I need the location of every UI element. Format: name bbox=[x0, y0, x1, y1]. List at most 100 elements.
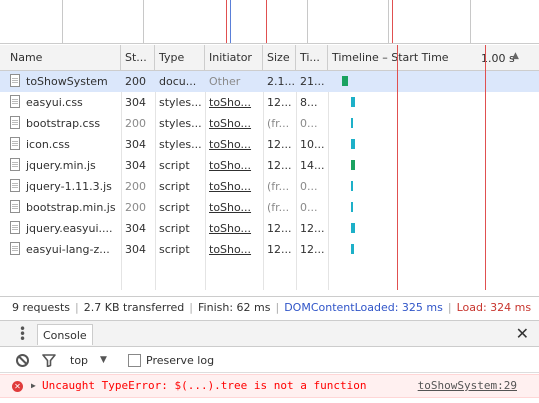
cell-type-text: styles... bbox=[159, 96, 202, 109]
cell-initiator[interactable]: toSho... bbox=[205, 176, 263, 197]
cell-time-text: 0... bbox=[300, 201, 318, 214]
cell-status-text: 304 bbox=[125, 159, 146, 172]
column-header-time[interactable]: Ti... bbox=[296, 45, 328, 71]
cell-name-text: easyui.css bbox=[26, 96, 83, 109]
cell-type: styles... bbox=[155, 92, 205, 113]
preserve-log-checkbox[interactable] bbox=[128, 354, 141, 367]
cell-time-text: 12... bbox=[300, 222, 325, 235]
overview-grid-line bbox=[388, 0, 389, 43]
file-icon bbox=[10, 221, 20, 234]
file-icon bbox=[10, 74, 20, 87]
error-icon: ✕ bbox=[12, 381, 23, 392]
table-row[interactable]: jquery.min.js 304 script toSho... 12... 14... bbox=[0, 155, 539, 176]
table-row[interactable]: bootstrap.min.js 200 script toSho... (fr... 0… bbox=[0, 197, 539, 218]
column-header-type[interactable]: Type bbox=[155, 45, 205, 71]
cell-name: easyui-lang-z... bbox=[0, 239, 121, 260]
clear-console-icon[interactable] bbox=[16, 354, 29, 367]
overview-grid-line bbox=[143, 0, 144, 43]
overview-grid-line bbox=[307, 0, 308, 43]
column-header-name[interactable]: Name bbox=[0, 45, 121, 71]
dom-content-loaded-time: DOMContentLoaded: 325 ms bbox=[284, 301, 443, 314]
cell-initiator[interactable]: toSho... bbox=[205, 113, 263, 134]
cell-initiator[interactable]: toSho... bbox=[205, 197, 263, 218]
cell-time: 14... bbox=[296, 155, 328, 176]
cell-name: easyui.css bbox=[0, 92, 121, 113]
cell-time: 12... bbox=[296, 218, 328, 239]
cell-time-text: 8... bbox=[300, 96, 318, 109]
cell-name-text: bootstrap.css bbox=[26, 117, 101, 130]
cell-time-text: 0... bbox=[300, 117, 318, 130]
cell-time: 0... bbox=[296, 176, 328, 197]
cell-initiator[interactable]: toSho... bbox=[205, 134, 263, 155]
column-header-initiator[interactable]: Initiator bbox=[205, 45, 263, 71]
requests-table: Name St... Type Initiator Size Ti... Tim… bbox=[0, 45, 539, 290]
column-header-size[interactable]: Size bbox=[263, 45, 296, 71]
overview-load-marker bbox=[392, 0, 393, 43]
tab-console[interactable]: Console bbox=[37, 324, 93, 345]
cell-initiator-text: toSho... bbox=[209, 180, 252, 193]
sort-ascending-icon[interactable]: ▲ bbox=[512, 51, 519, 61]
cell-name-text: icon.css bbox=[26, 138, 70, 151]
cell-type: script bbox=[155, 155, 205, 176]
cell-type-text: docu... bbox=[159, 75, 197, 88]
cell-initiator[interactable]: toSho... bbox=[205, 218, 263, 239]
cell-time: 21... bbox=[296, 71, 328, 92]
cell-initiator[interactable]: toSho... bbox=[205, 92, 263, 113]
cell-initiator-text: toSho... bbox=[209, 138, 252, 151]
cell-size: 12... bbox=[263, 92, 296, 113]
cell-status: 200 bbox=[121, 176, 155, 197]
table-row[interactable]: easyui.css 304 styles... toSho... 12... 8... bbox=[0, 92, 539, 113]
cell-name-text: jquery.easyui.... bbox=[26, 222, 113, 235]
error-source-link[interactable]: toShowSystem:29 bbox=[418, 375, 517, 397]
context-selector[interactable]: top bbox=[70, 348, 88, 373]
cell-size: 2.1... bbox=[263, 71, 296, 92]
overview-grid-line bbox=[62, 0, 63, 43]
cell-time-text: 21... bbox=[300, 75, 325, 88]
cell-size-text: (fr... bbox=[267, 201, 290, 214]
cell-status: 304 bbox=[121, 218, 155, 239]
table-row[interactable]: icon.css 304 styles... toSho... 12... 10... bbox=[0, 134, 539, 155]
dropdown-arrow-icon[interactable]: ▼ bbox=[100, 348, 107, 373]
table-row[interactable]: jquery.easyui.... 304 script toSho... 12... 1… bbox=[0, 218, 539, 239]
cell-initiator[interactable]: toSho... bbox=[205, 239, 263, 260]
cell-initiator[interactable]: toSho... bbox=[205, 155, 263, 176]
filter-icon[interactable] bbox=[42, 354, 56, 367]
cell-type-text: script bbox=[159, 243, 190, 256]
cell-time-text: 10... bbox=[300, 138, 325, 151]
cell-name-text: jquery.min.js bbox=[26, 159, 96, 172]
cell-type: docu... bbox=[155, 71, 205, 92]
cell-status-text: 304 bbox=[125, 96, 146, 109]
table-row[interactable]: jquery-1.11.3.js 200 script toSho... (fr... 0… bbox=[0, 176, 539, 197]
cell-size-text: 12... bbox=[267, 222, 292, 235]
network-overview[interactable] bbox=[0, 0, 539, 44]
cell-type: styles... bbox=[155, 113, 205, 134]
overview-dcl-marker bbox=[230, 0, 231, 43]
expand-triangle-icon[interactable]: ▶ bbox=[31, 375, 36, 397]
cell-status: 304 bbox=[121, 134, 155, 155]
cell-time: 0... bbox=[296, 113, 328, 134]
preserve-log-label[interactable]: Preserve log bbox=[146, 348, 214, 373]
drawer-tab-bar: • • • Console ✕ bbox=[0, 320, 539, 347]
cell-size: 12... bbox=[263, 155, 296, 176]
cell-initiator-text: toSho... bbox=[209, 222, 252, 235]
cell-type-text: styles... bbox=[159, 138, 202, 151]
overview-load-marker bbox=[226, 0, 227, 43]
cell-size-text: 12... bbox=[267, 96, 292, 109]
transferred-size: 2.7 KB transferred bbox=[83, 301, 185, 314]
table-row[interactable]: easyui-lang-z... 304 script toSho... 12... 12… bbox=[0, 239, 539, 260]
close-drawer-icon[interactable]: ✕ bbox=[516, 324, 529, 344]
table-row[interactable]: bootstrap.css 200 styles... toSho... (fr... 0… bbox=[0, 113, 539, 134]
timeline-bar bbox=[342, 76, 348, 86]
cell-name-text: jquery-1.11.3.js bbox=[26, 180, 112, 193]
cell-status-text: 304 bbox=[125, 138, 146, 151]
cell-initiator-text: toSho... bbox=[209, 159, 252, 172]
timeline-bar bbox=[351, 181, 353, 191]
cell-name: jquery.easyui.... bbox=[0, 218, 121, 239]
drawer-menu-icon[interactable]: • • • bbox=[19, 323, 26, 345]
cell-name: icon.css bbox=[0, 134, 121, 155]
cell-status: 200 bbox=[121, 71, 155, 92]
column-header-status[interactable]: St... bbox=[121, 45, 155, 71]
cell-initiator-text: toSho... bbox=[209, 96, 252, 109]
table-row[interactable]: toShowSystem 200 docu... Other 2.1... 21... bbox=[0, 71, 539, 92]
cell-type-text: script bbox=[159, 201, 190, 214]
